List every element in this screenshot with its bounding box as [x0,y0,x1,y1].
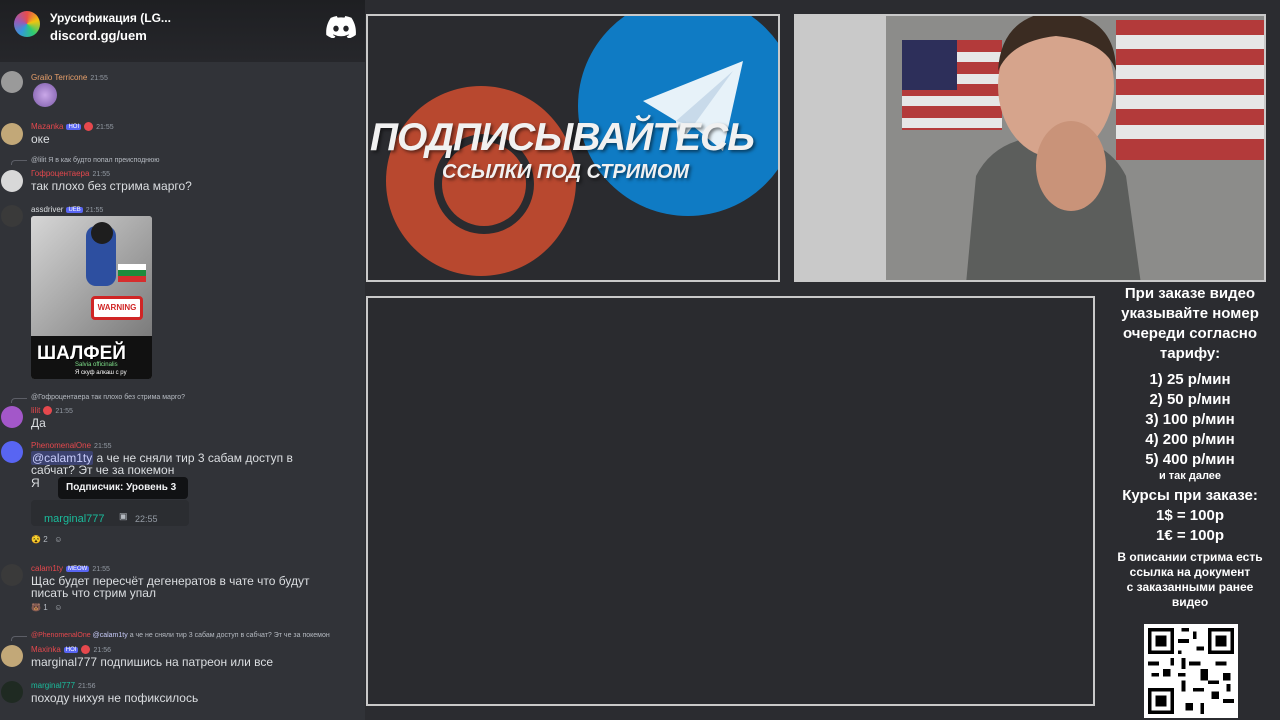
message-text: писать что стрим упал [31,586,156,600]
course-item: 1€ = 100р [1156,527,1224,544]
info-note: ссылка на документ [1129,565,1251,579]
username[interactable]: lilit 21:55 [31,406,73,416]
reply-preview[interactable]: @PhenomenalOne @calam1ty а че не сняли т… [31,632,330,639]
avatar[interactable] [1,441,23,463]
username[interactable]: Grailo Terricone 21:55 [31,73,108,82]
tariff-item: 3) 100 р/мин [1145,411,1235,428]
info-note: В описании стрима есть [1117,550,1263,564]
video-player-area[interactable] [366,296,1095,706]
banner-subtitle: ССЫЛКИ ПОД СТРИМОМ [442,161,690,183]
reply-preview[interactable]: @Гофроцентаера так плохо без стрима марг… [31,394,185,401]
message-text: Да [31,416,46,430]
message-text: походу нихуя не пофиксилось [31,691,199,705]
info-header: очереди согласно [1122,325,1258,342]
embed-username[interactable]: marginal777 [44,513,105,525]
tariff-item: 1) 25 р/мин [1149,371,1231,388]
reply-connector [11,160,27,165]
avatar[interactable] [1,123,23,145]
embed-time: 22:55 [135,514,158,524]
course-item: 1$ = 100р [1156,507,1224,524]
reply-connector [11,636,27,641]
role-tooltip: Подписчик: Уровень 3 [58,477,188,499]
avatar[interactable] [1,71,23,93]
server-name: Урусификация (LG... [50,11,171,25]
info-note: с заказанными ранее [1126,580,1254,594]
message-text: marginal777 подпишись на патреон или все [31,655,274,669]
attachment-image[interactable]: WARNING ШАЛФЕЙ Salvia officinalis Я скуф… [31,216,152,379]
embed-card[interactable]: marginal777 ▣ 22:55 [31,500,189,526]
avatar[interactable] [1,406,23,428]
username[interactable]: Maxinka HOI 21:56 [31,645,111,655]
image-subtext: Я скуф алкаш с ру [75,370,127,376]
twitch-icon: ▣ [119,511,128,521]
info-note: видео [1171,595,1209,609]
tariff-item: 2) 50 р/мин [1149,391,1231,408]
reaction[interactable]: 🐻 1 ☺ [31,603,62,612]
server-icon [14,11,40,37]
reply-connector [11,398,27,403]
order-info: При заказе видео указывайте номер очеред… [1100,284,1280,610]
avatar[interactable] [1,170,23,192]
reaction[interactable]: 😵 2 ☺ [31,535,62,544]
avatar[interactable] [1,205,23,227]
server-header: Урусификация (LG... discord.gg/uem [0,0,365,62]
webcam-feed [794,14,1266,282]
message-text: так плохо без стрима марго? [31,179,192,193]
username[interactable]: Гофроцентаера 21:55 [31,169,110,178]
chat-overlay: Урусификация (LG... discord.gg/uem Grail… [0,0,365,720]
server-invite[interactable]: discord.gg/uem [50,28,147,43]
message-text: сабчат? Эт че за покемон [31,463,175,477]
username[interactable]: marginal777 21:56 [31,681,96,690]
telegram-logo [578,16,778,216]
info-header: тарифу: [1159,345,1221,362]
qr-code [1144,624,1238,718]
username[interactable]: assdriver UEB 21:55 [31,205,103,214]
courses-title: Курсы при заказе: [1122,487,1258,504]
username[interactable]: Mazanka HOI 21:55 [31,122,114,132]
sticker-image [33,83,57,107]
info-header: указывайте номер [1121,305,1259,322]
subscribe-banner: ПОДПИСЫВАЙТЕСЬ ССЫЛКИ ПОД СТРИМОМ [366,14,780,282]
username[interactable]: PhenomenalOne 21:55 [31,441,112,450]
reply-preview[interactable]: @lilit Я в как будто попал преисподнюю [31,157,160,164]
banner-title: ПОДПИСЫВАЙТЕСЬ [370,116,755,159]
streamer-person [966,16,1141,280]
message-text: Я [31,476,40,490]
tariff-etc: и так далее [1158,470,1222,482]
tariff-item: 4) 200 р/мин [1145,431,1235,448]
image-latin: Salvia officinalis [75,362,118,368]
info-header: При заказе видео [1124,285,1256,302]
warning-sign: WARNING [91,296,143,320]
avatar[interactable] [1,645,23,667]
discord-icon [326,16,356,38]
avatar[interactable] [1,681,23,703]
tariff-item: 5) 400 р/мин [1145,451,1235,468]
username[interactable]: calam1ty MEOW 21:55 [31,564,110,573]
avatar[interactable] [1,564,23,586]
message-text: оке [31,132,50,146]
